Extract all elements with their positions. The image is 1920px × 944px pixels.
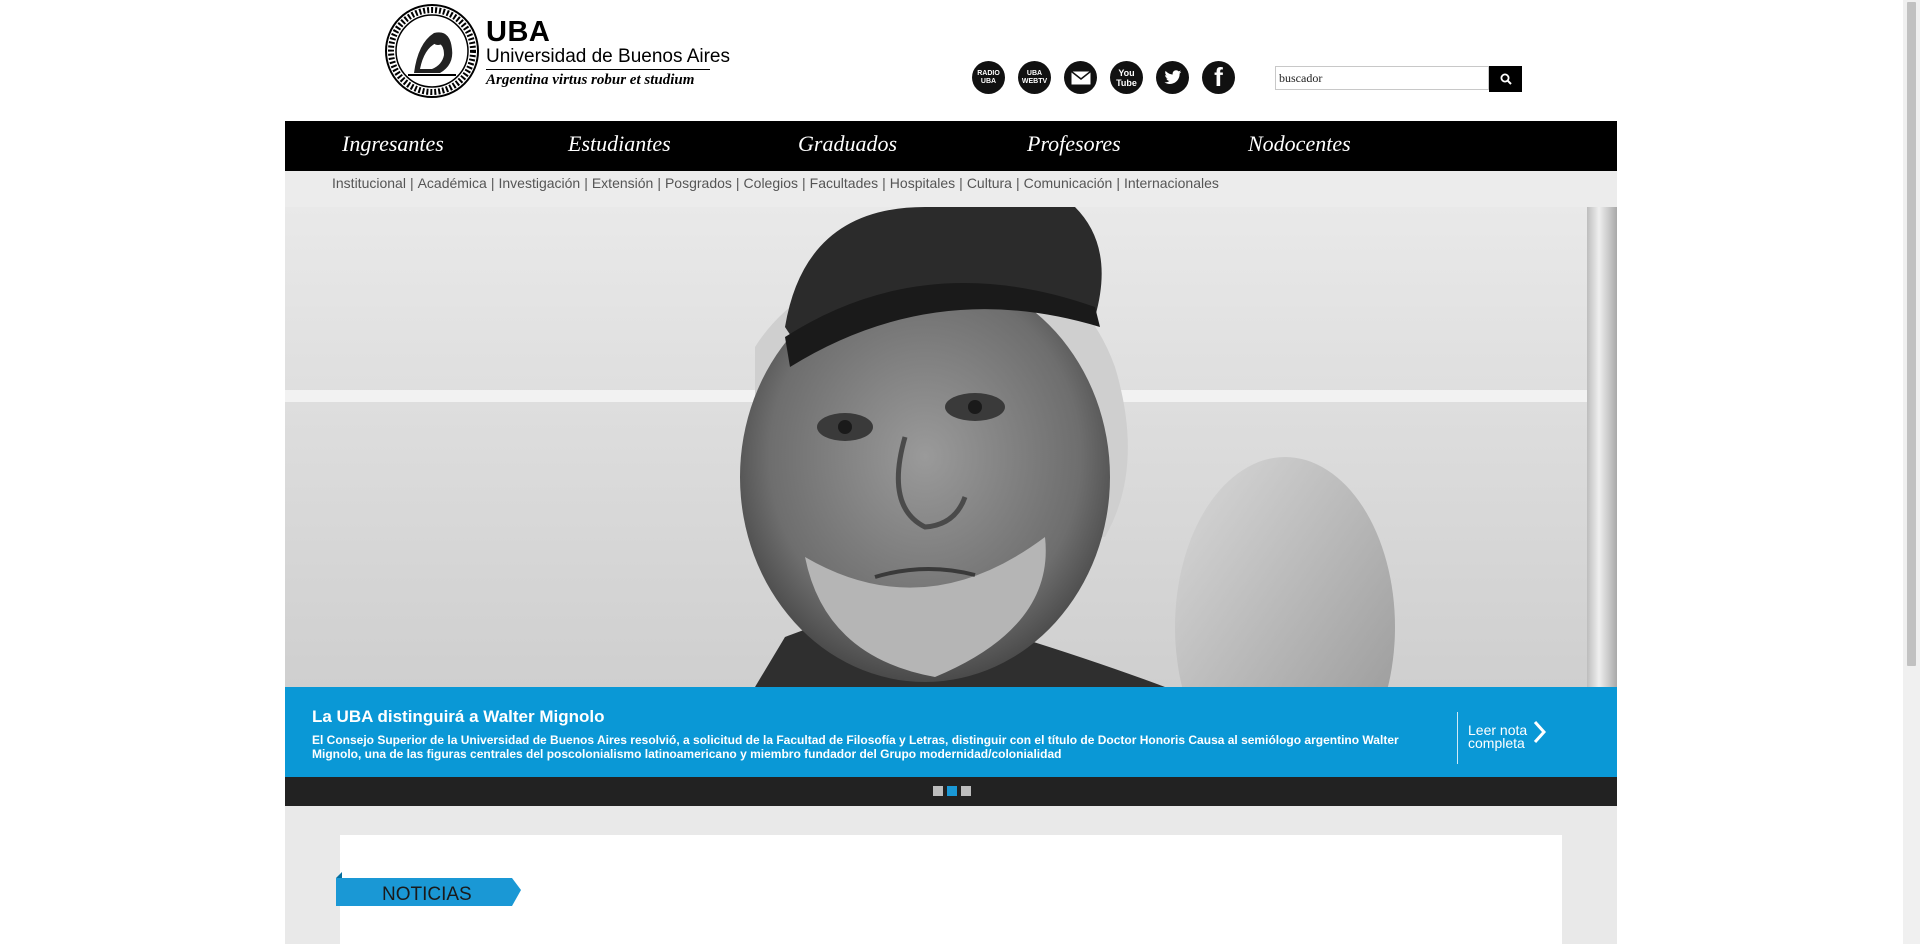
nav-ingresantes[interactable]: Ingresantes	[342, 131, 444, 157]
slide-dot-3[interactable]	[961, 786, 971, 796]
subnav-investigacion[interactable]: Investigación	[498, 175, 580, 191]
read-more-link[interactable]: Leer nota completa	[1468, 723, 1527, 750]
nav-profesores[interactable]: Profesores	[1027, 131, 1121, 157]
subnav-extension[interactable]: Extensión	[592, 175, 653, 191]
uba-webtv-icon[interactable]: UBA WEBTV	[1018, 61, 1051, 94]
subnav-colegios[interactable]: Colegios	[744, 175, 798, 191]
logo-university-name[interactable]: Universidad de Buenos Aires	[486, 47, 730, 66]
slider-pagination	[285, 777, 1617, 806]
scrollbar-thumb[interactable]	[1907, 2, 1916, 666]
search-icon	[1500, 73, 1512, 85]
social-links: RADIO UBA UBA WEBTV You Tube f	[972, 61, 1235, 94]
email-icon[interactable]	[1064, 61, 1097, 94]
slide-dot-2[interactable]	[947, 786, 957, 796]
slide-dot-1[interactable]	[933, 786, 943, 796]
subnav-posgrados[interactable]: Posgrados	[665, 175, 732, 191]
subnav-facultades[interactable]: Facultades	[810, 175, 878, 191]
uba-seal-logo[interactable]	[384, 3, 480, 99]
slide-title[interactable]: La UBA distinguirá a Walter Mignolo	[312, 707, 604, 727]
subnav-comunicacion[interactable]: Comunicación	[1024, 175, 1113, 191]
facebook-icon[interactable]: f	[1202, 61, 1235, 94]
main-nav: Ingresantes Estudiantes Graduados Profes…	[285, 121, 1617, 171]
portrait-photo	[740, 207, 1395, 687]
nav-nodocentes[interactable]: Nodocentes	[1248, 131, 1351, 157]
subnav-internacionales[interactable]: Internacionales	[1124, 175, 1219, 191]
secondary-nav: Institucional | Académica | Investigación | Ex…	[285, 171, 1617, 207]
youtube-icon[interactable]: You Tube	[1110, 61, 1143, 94]
twitter-icon[interactable]	[1156, 61, 1189, 94]
page-scrollbar[interactable]	[1903, 0, 1920, 944]
radio-uba-icon[interactable]: RADIO UBA	[972, 61, 1005, 94]
logo-motto: Argentina virtus robur et studium	[486, 72, 695, 88]
subnav-hospitales[interactable]: Hospitales	[890, 175, 955, 191]
logo-divider	[486, 69, 710, 70]
subnav-academica[interactable]: Académica	[418, 175, 487, 191]
search-button[interactable]	[1489, 66, 1522, 92]
news-section-label: NOTICIAS	[382, 884, 472, 905]
subnav-cultura[interactable]: Cultura	[967, 175, 1012, 191]
logo-abbreviation[interactable]: UBA	[486, 18, 550, 47]
news-panel	[340, 835, 1562, 944]
chevron-right-icon[interactable]	[1533, 720, 1547, 744]
subnav-institucional[interactable]: Institucional	[332, 175, 406, 191]
slide-description: El Consejo Superior de la Universidad de…	[312, 733, 1399, 761]
slider-image[interactable]	[285, 207, 1617, 687]
nav-graduados[interactable]: Graduados	[798, 131, 897, 157]
search-input[interactable]	[1275, 66, 1489, 90]
nav-estudiantes[interactable]: Estudiantes	[568, 131, 671, 157]
slider-caption: La UBA distinguirá a Walter Mignolo El C…	[285, 687, 1617, 777]
caption-divider	[1457, 712, 1458, 764]
